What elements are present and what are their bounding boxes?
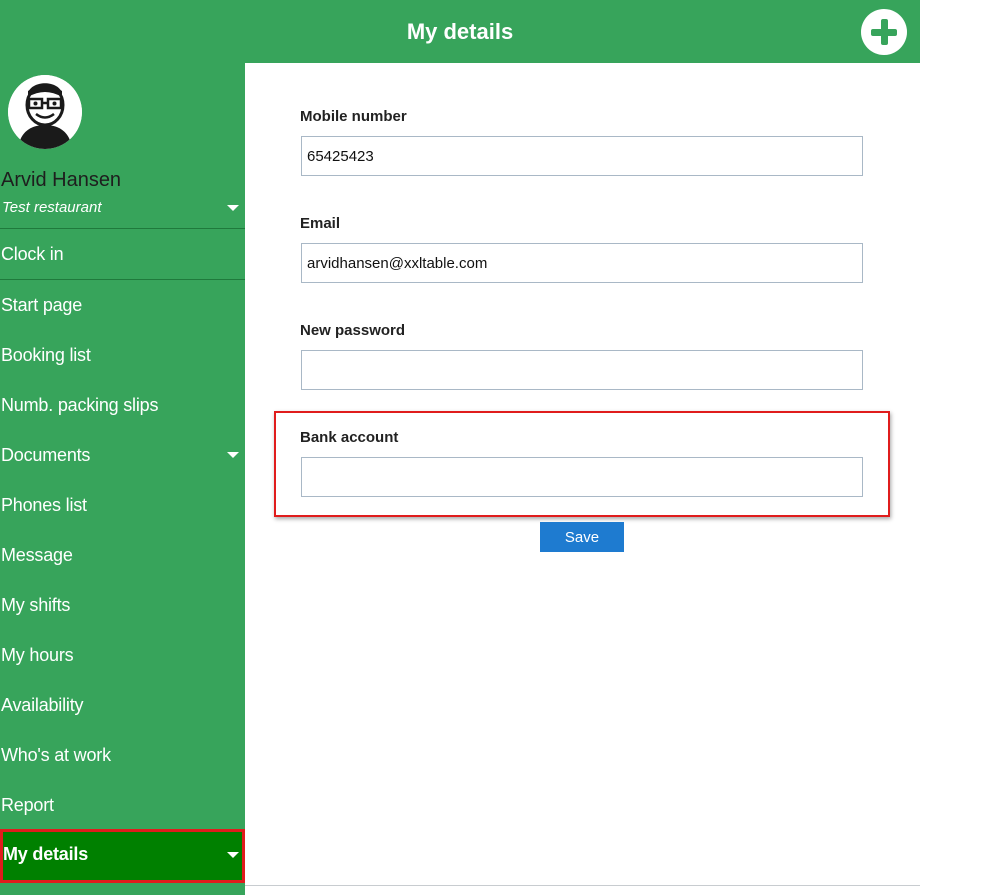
email-label: Email	[300, 215, 341, 232]
sidebar-item-my-hours[interactable]: My hours	[0, 630, 245, 680]
sidebar-item-my-shifts[interactable]: My shifts	[0, 580, 245, 630]
page-title: My details	[406, 19, 514, 44]
sidebar-item-booking-list[interactable]: Booking list	[0, 330, 245, 380]
save-button[interactable]: Save	[540, 522, 624, 552]
email-field[interactable]	[301, 243, 863, 283]
sidebar-item-message[interactable]: Message	[0, 530, 245, 580]
sidebar-item-report[interactable]: Report	[0, 780, 245, 830]
plus-circle-icon[interactable]	[861, 9, 907, 55]
mobile-number-field[interactable]	[301, 136, 863, 176]
chevron-down-icon[interactable]	[227, 852, 239, 858]
sidebar-item-start-page[interactable]: Start page	[0, 280, 245, 330]
sidebar: Arvid Hansen Test restaurant Clock in St…	[0, 63, 245, 895]
user-name: Arvid Hansen	[1, 169, 122, 191]
restaurant-name[interactable]: Test restaurant	[2, 199, 102, 216]
bank-account-field[interactable]	[301, 457, 863, 497]
app-header: My details	[0, 0, 920, 63]
bank-account-label: Bank account	[300, 429, 399, 446]
sidebar-item-availability[interactable]: Availability	[0, 680, 245, 730]
sidebar-item-my-details[interactable]: My details	[0, 829, 245, 883]
sidebar-item-phones-list[interactable]: Phones list	[0, 480, 245, 530]
chevron-down-icon[interactable]	[227, 205, 239, 211]
new-password-field[interactable]	[301, 350, 863, 390]
clock-in-button[interactable]: Clock in	[0, 229, 245, 279]
mobile-number-label: Mobile number	[300, 108, 407, 125]
chevron-down-icon[interactable]	[227, 452, 239, 458]
sidebar-item-documents[interactable]: Documents	[0, 430, 245, 480]
sidebar-item-whos-at-work[interactable]: Who's at work	[0, 730, 245, 780]
sidebar-item-packing-slips[interactable]: Numb. packing slips	[0, 380, 245, 430]
divider	[245, 885, 920, 886]
user-avatar-icon[interactable]	[8, 75, 82, 149]
new-password-label: New password	[300, 322, 406, 339]
